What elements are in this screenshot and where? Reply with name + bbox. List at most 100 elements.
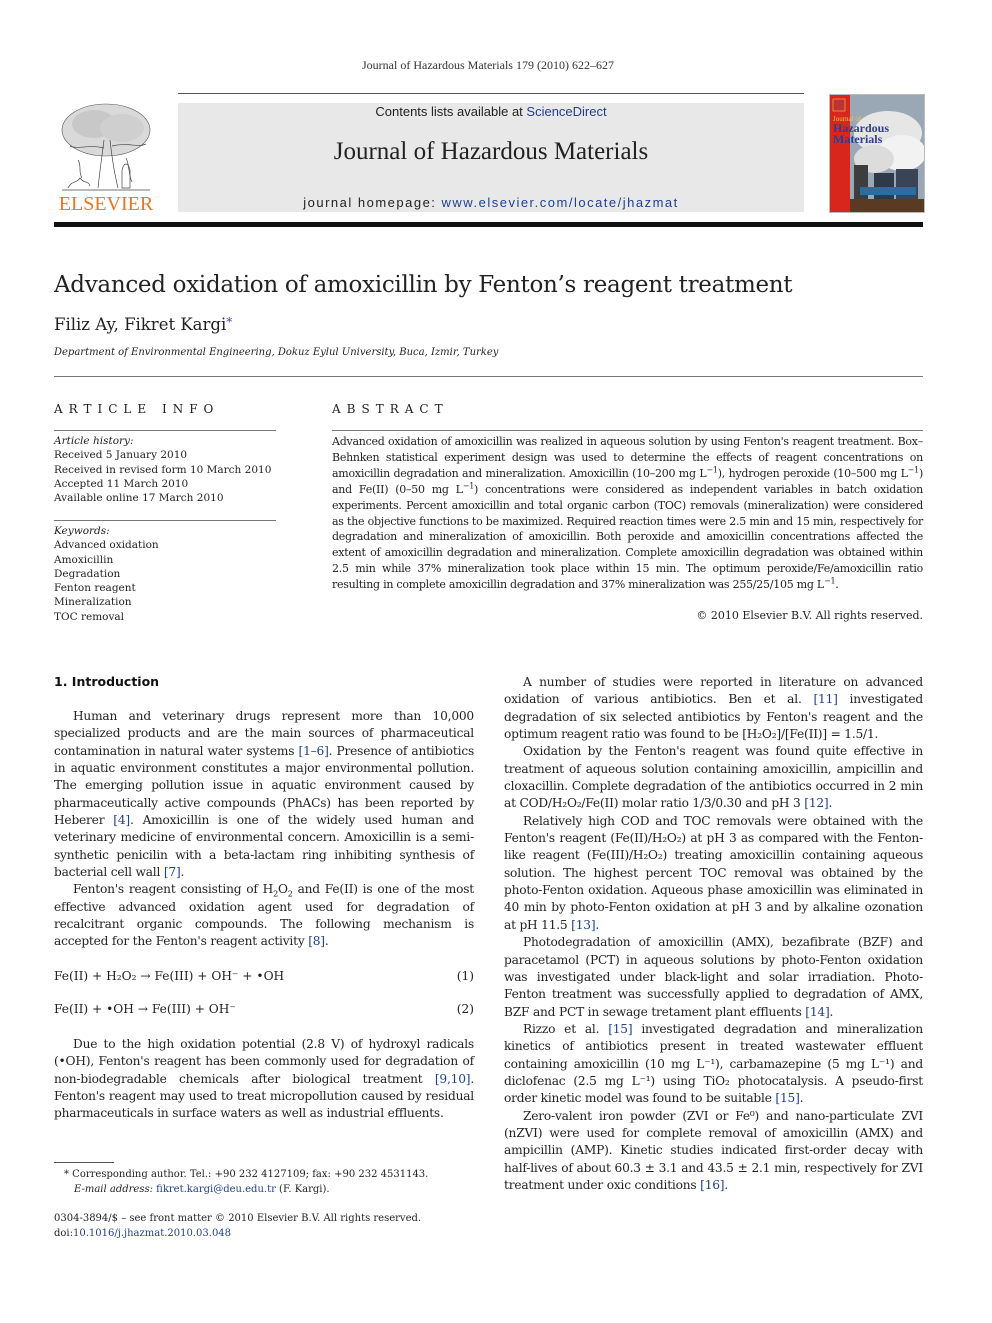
citation-link[interactable]: [8] [308,934,325,948]
title-divider [54,376,923,377]
keywords-rule [54,520,276,521]
abstract-text: ), hydrogen peroxide (10–500 mg L [717,466,908,480]
paragraph: Zero-valent iron powder (ZVI or Fe⁰) and… [504,1108,923,1195]
keyword-item: Advanced oxidation [54,539,159,552]
text: Photodegradation of amoxicillin (AMX), b… [504,935,923,1019]
citation-link[interactable]: [13] [571,918,595,932]
keywords-label: Keywords: [54,525,110,537]
citation-link[interactable]: [12] [804,796,828,810]
history-item: Received in revised form 10 March 2010 [54,463,272,476]
citation-link[interactable]: [4] [113,813,130,827]
email-link[interactable]: fikret.kargi@deu.edu.tr [156,1184,276,1195]
keyword-item: Amoxicillin [54,553,114,566]
paragraph: Relatively high COD and TOC removals wer… [504,813,923,934]
equation-body: Fe(II) + H₂O₂ → Fe(III) + OH⁻ + •OH [54,969,285,983]
exponent: −1 [824,576,836,586]
doi-link[interactable]: 10.1016/j.jhazmat.2010.03.048 [73,1228,231,1239]
keyword-item: TOC removal [54,610,125,623]
abstract-body: Advanced oxidation of amoxicillin was re… [332,434,923,593]
elsevier-wordmark: ELSEVIER [58,193,154,215]
history-item: Received 5 January 2010 [54,449,188,462]
citation-link[interactable]: [15] [608,1022,632,1036]
exponent: −1 [706,465,718,475]
doi-label: doi: [54,1227,73,1239]
citation-link[interactable]: [1–6] [299,744,329,758]
text: . [324,934,329,949]
paragraph: Rizzo et al. [15] investigated degradati… [504,1021,923,1108]
email-line: E-mail address: fikret.kargi@deu.edu.tr … [54,1183,484,1198]
contents-line: Contents lists available at ScienceDirec… [178,104,804,119]
abstract-heading: ABSTRACT [332,402,449,416]
keyword-item: Fenton reagent [54,582,136,595]
email-label: E-mail address: [74,1183,157,1195]
paragraph: Photodegradation of amoxicillin (AMX), b… [504,934,923,1021]
equation-1: Fe(II) + H₂O₂ → Fe(III) + OH⁻ + •OH (1) [54,969,474,983]
text: O [277,882,288,897]
tree-icon [61,103,151,191]
cover-line-3: Materials [833,132,883,146]
footnote-rule [54,1162,114,1163]
doi-line: doi:10.1016/j.jhazmat.2010.03.048 [54,1227,484,1242]
exponent: −1 [907,465,920,475]
equation-body: Fe(II) + •OH → Fe(III) + OH⁻ [54,1002,236,1016]
citation-link[interactable]: [9,10] [435,1072,471,1086]
homepage-line: journal homepage: www.elsevier.com/locat… [178,195,804,210]
affiliation: Department of Environmental Engineering,… [54,347,499,358]
history-item: Accepted 11 March 2010 [54,477,189,490]
text: Fenton's reagent consisting of H [73,882,274,897]
paragraph: A number of studies were reported in lit… [504,674,923,743]
email-suffix: (F. Kargi). [275,1183,330,1195]
text: Relatively high COD and TOC removals wer… [504,813,923,932]
section-heading-introduction: 1. Introduction [54,674,160,689]
text: . [180,865,185,880]
text: Rizzo et al. [523,1021,609,1036]
article-history: Article history: Received 5 January 2010… [54,434,284,505]
paragraph: Oxidation by the Fenton's reagent was fo… [504,743,923,812]
exponent: −1 [462,481,475,491]
corresponding-author-footnote: * Corresponding author. Tel.: +90 232 41… [54,1168,484,1197]
contents-prefix: Contents lists available at [375,104,527,119]
equation-number: (1) [456,969,474,983]
paragraph: Fenton's reagent consisting of H2O2 and … [54,881,474,950]
article-title: Advanced oxidation of amoxicillin by Fen… [54,272,793,298]
masthead-thick-rule [54,222,923,227]
text: . [829,1004,834,1019]
keyword-item: Degradation [54,567,121,580]
journal-citation: Journal of Hazardous Materials 179 (2010… [362,58,614,72]
sciencedirect-link[interactable]: ScienceDirect [526,104,606,119]
citation-link[interactable]: [7] [164,865,181,879]
journal-cover-thumbnail[interactable]: Journal of Hazardous Materials [829,94,925,213]
text: Oxidation by the Fenton's reagent was fo… [504,744,923,811]
paragraph: Due to the high oxidation potential (2.8… [54,1036,474,1123]
elsevier-logo[interactable]: ELSEVIER [54,100,158,216]
copyright-notice: © 2010 Elsevier B.V. All rights reserved… [696,609,923,622]
intro-right-column: A number of studies were reported in lit… [504,674,923,1194]
paragraph: Human and veterinary drugs represent mor… [54,708,474,881]
journal-masthead: Contents lists available at ScienceDirec… [178,103,804,212]
citation-link[interactable]: [15] [775,1091,799,1105]
text: . [799,1091,804,1106]
header-rule [178,93,804,94]
citation-link[interactable]: [14] [805,1005,829,1019]
author-list: Filiz Ay, Fikret Kargi* [54,315,232,334]
cover-image-icon: Journal of Hazardous Materials [830,95,924,212]
contact-line: * Corresponding author. Tel.: +90 232 41… [64,1169,429,1180]
authors: Filiz Ay, Fikret Kargi [54,315,227,334]
abstract-text: . [835,578,839,592]
keywords: Keywords: Advanced oxidation Amoxicillin… [54,524,284,624]
journal-title: Journal of Hazardous Materials [333,138,649,165]
text: . [828,796,833,811]
citation-link[interactable]: [11] [813,692,837,706]
text: . [724,1177,729,1192]
keyword-item: Mineralization [54,596,132,609]
text: Due to the high oxidation potential (2.8… [54,1037,474,1086]
citation-link[interactable]: [16] [700,1178,724,1192]
corresponding-author-marker[interactable]: * [226,315,232,329]
abstract-rule [332,430,923,431]
homepage-prefix: journal homepage: [303,195,442,210]
history-item: Available online 17 March 2010 [54,492,224,505]
homepage-link[interactable]: www.elsevier.com/locate/jhazmat [442,195,679,210]
intro-left-column: Human and veterinary drugs represent mor… [54,708,474,951]
abstract-text: ) concentrations were considered as inde… [332,482,923,592]
history-label: Article history: [54,435,134,447]
